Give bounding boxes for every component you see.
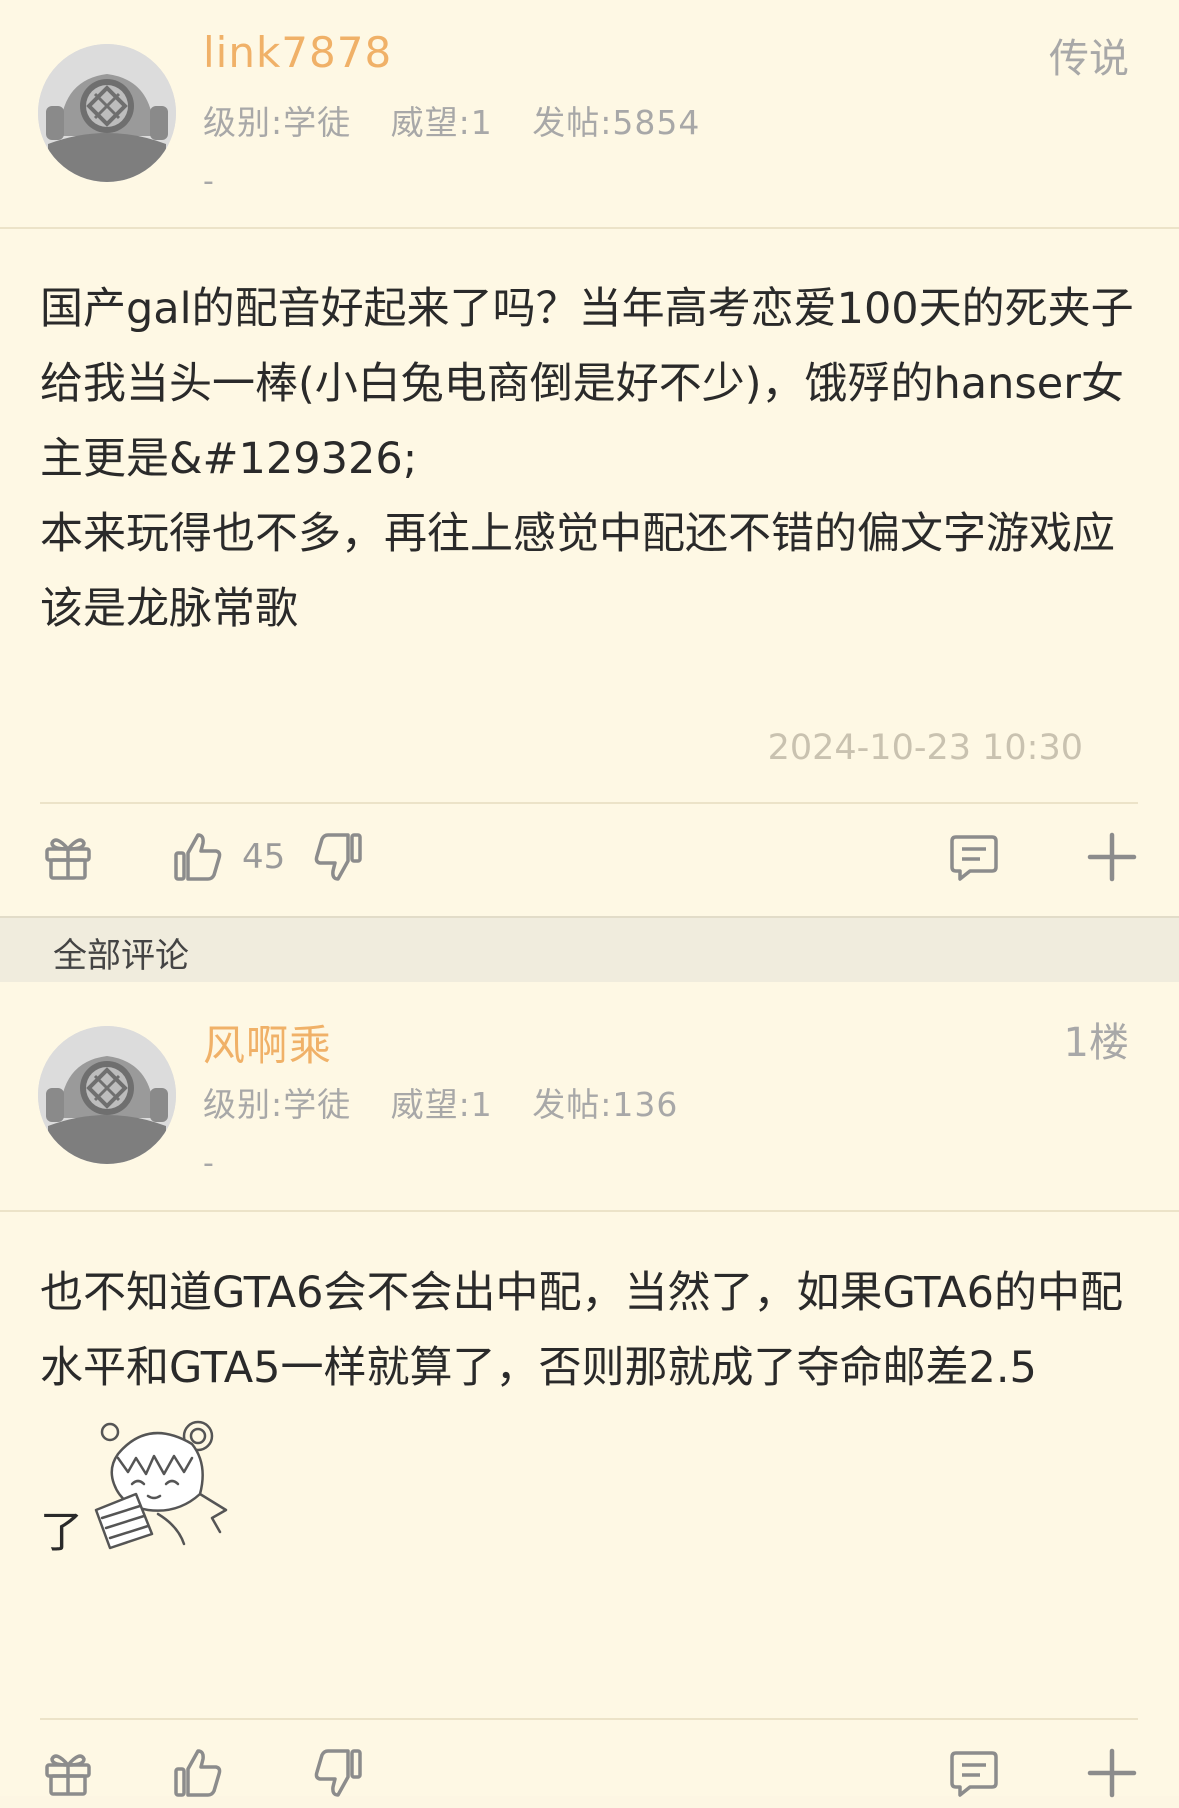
user-signature: - (203, 1146, 214, 1181)
user-level: 级别:学徒 (203, 1085, 352, 1124)
like-button[interactable] (172, 1738, 224, 1808)
like-count: 45 (242, 837, 286, 877)
user-post-count: 发帖:136 (532, 1085, 679, 1124)
plus-icon (1087, 832, 1137, 882)
username[interactable]: 风啊乘 (203, 1012, 332, 1073)
header-divider (0, 227, 1179, 229)
gift-button[interactable] (42, 1738, 94, 1808)
post-content: 国产gal的配音好起来了吗？当年高考恋爱100天的死夹子给我当头一棒(小白兔电商… (40, 284, 1134, 634)
thumbs-down-icon (314, 833, 362, 881)
gift-icon (45, 1754, 91, 1796)
diving-helmet-icon (38, 1026, 176, 1164)
thumbs-up-icon (174, 1749, 222, 1797)
comment-actions (0, 1738, 1179, 1808)
more-button[interactable] (1086, 1738, 1138, 1808)
gift-icon (45, 838, 91, 880)
user-post-count: 发帖:5854 (532, 103, 701, 142)
user-prestige: 威望:1 (390, 1085, 493, 1124)
dislike-button[interactable] (312, 822, 364, 892)
avatar[interactable] (38, 1026, 176, 1164)
diving-helmet-icon (38, 44, 176, 182)
thumbs-down-icon (314, 1749, 362, 1797)
floor-badge: 传说 (1049, 36, 1129, 82)
header-divider (0, 1210, 1179, 1212)
avatar[interactable] (38, 44, 176, 182)
more-button[interactable] (1086, 822, 1138, 892)
user-meta: 级别:学徒 威望:1 发帖:5854 (203, 96, 728, 144)
gift-button[interactable] (42, 822, 94, 892)
floor-number: 1楼 (1063, 1020, 1129, 1066)
user-signature: - (203, 164, 214, 199)
actions-divider (40, 1718, 1138, 1720)
plus-icon (1087, 1748, 1137, 1798)
comment-content: 也不知道GTA6会不会出中配，当然了，如果GTA6的中配水平和GTA5一样就算了… (40, 1268, 1123, 1393)
comment-button[interactable] (948, 822, 1000, 892)
thumbs-up-icon (174, 833, 222, 881)
user-level: 级别:学徒 (203, 103, 352, 142)
comment-post: 风啊乘 级别:学徒 威望:1 发帖:136 - 1楼 也不知道GTA6会不会出中… (0, 982, 1179, 1798)
post-header: link7878 级别:学徒 威望:1 发帖:5854 - 传说 (0, 0, 1179, 228)
comment-header: 风啊乘 级别:学徒 威望:1 发帖:136 - 1楼 (0, 982, 1179, 1210)
comment-button[interactable] (948, 1738, 1000, 1808)
actions-divider (40, 802, 1138, 804)
comments-section-bar: 全部评论 (0, 916, 1179, 984)
comment-icon (950, 1751, 998, 1797)
user-prestige: 威望:1 (390, 103, 493, 142)
post-timestamp: 2024-10-23 10:30 (767, 728, 1083, 768)
anime-sticker-icon (94, 1420, 228, 1550)
post-actions: 45 (0, 822, 1179, 892)
section-title: 全部评论 (53, 936, 189, 976)
main-post: link7878 级别:学徒 威望:1 发帖:5854 - 传说 国产gal的配… (0, 0, 1179, 916)
user-meta: 级别:学徒 威望:1 发帖:136 (203, 1078, 706, 1126)
dislike-button[interactable] (312, 1738, 364, 1808)
username[interactable]: link7878 (203, 28, 392, 77)
comment-icon (950, 835, 998, 881)
like-button[interactable]: 45 (172, 822, 285, 892)
